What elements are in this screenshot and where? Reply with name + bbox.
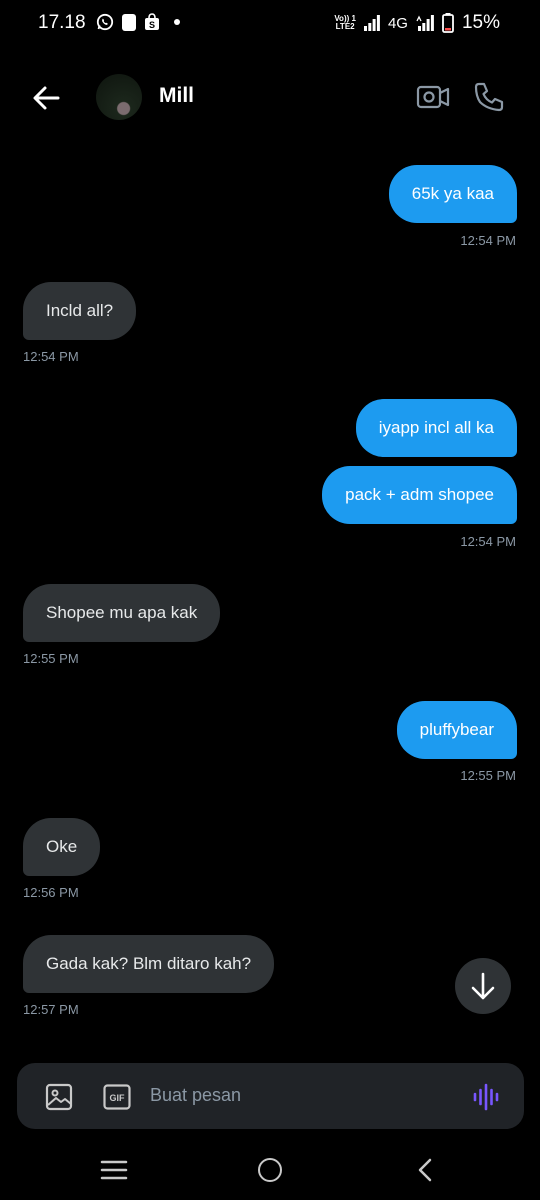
svg-text:S: S [149,20,155,30]
message-bubble-outgoing[interactable]: iyapp incl all ka [355,399,517,457]
status-time: 17.18 [38,12,86,33]
dot-icon [174,19,180,25]
whatsapp-icon [96,13,114,31]
home-icon[interactable] [258,1158,282,1182]
image-icon[interactable] [45,1083,73,1111]
shopee-icon: S [145,13,159,30]
phone-icon[interactable] [472,80,506,114]
message-timestamp: 12:55 PM [460,768,516,783]
recent-apps-icon[interactable] [100,1158,128,1182]
message-bubble-incoming[interactable]: Shopee mu apa kak [23,584,221,642]
avatar[interactable] [96,74,142,120]
message-bubble-incoming[interactable]: Oke [23,818,101,876]
message-bubble-incoming[interactable]: Gada kak? Blm ditaro kah? [23,935,275,993]
voice-message-icon[interactable] [472,1082,502,1112]
nav-back-icon[interactable] [414,1158,436,1182]
message-composer: GIF Buat pesan [17,1063,524,1129]
volte-bottom: LTE2 [335,22,355,31]
scroll-to-bottom-button[interactable] [455,958,511,1014]
status-bar: 17.18 S Vo)) 1 LTE2 4G 15% [0,0,540,46]
message-timestamp: 12:56 PM [23,885,79,900]
gif-label: GIF [110,1093,126,1103]
message-timestamp: 12:54 PM [460,534,516,549]
message-bubble-outgoing[interactable]: 65k ya kaa [388,165,517,223]
message-timestamp: 12:54 PM [23,349,79,364]
system-navigation-bar [0,1140,540,1200]
contact-name[interactable]: Mill [159,84,194,108]
message-bubble-outgoing[interactable]: pluffybear [396,701,517,759]
gif-icon[interactable]: GIF [103,1084,131,1110]
message-input[interactable]: Buat pesan [150,1085,241,1106]
message-bubble-outgoing[interactable]: pack + adm shopee [322,466,517,524]
notification-icon [122,13,136,31]
message-timestamp: 12:54 PM [460,233,516,248]
arrow-left-icon[interactable] [28,80,64,116]
signal-2-icon [416,15,434,31]
notification-icons: S [96,13,180,31]
message-bubble-incoming[interactable]: Incld all? [23,282,137,340]
conversation-header: Mill [0,60,540,132]
battery-percent: 15% [461,12,500,33]
volte-indicator: Vo)) 1 LTE2 [334,15,356,31]
battery-icon [442,13,454,33]
arrow-down-icon [471,972,495,1000]
network-type: 4G [387,14,408,32]
message-timestamp: 12:57 PM [23,1002,79,1017]
message-timestamp: 12:55 PM [23,651,79,666]
signal-icon [363,15,380,31]
video-camera-icon[interactable] [416,82,450,112]
system-icons: Vo)) 1 LTE2 4G 15% [334,12,500,34]
